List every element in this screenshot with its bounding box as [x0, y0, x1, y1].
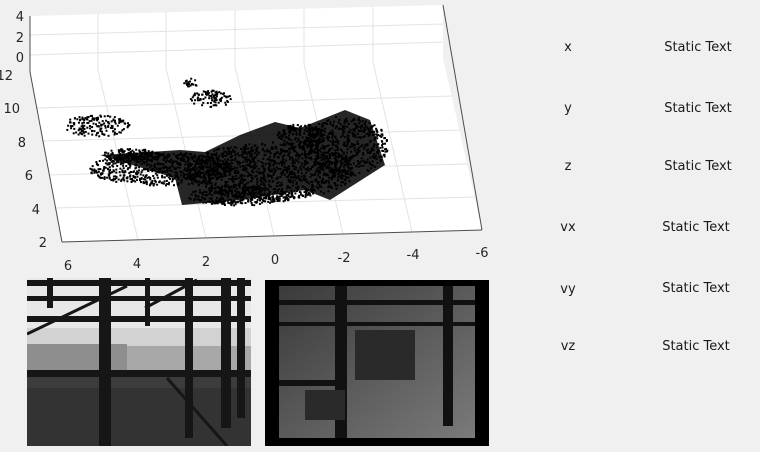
y-tick: 10: [3, 102, 20, 117]
readout-label-vx: vx: [560, 220, 576, 235]
readout-label-z: z: [564, 159, 572, 174]
point-cloud-3d-plot[interactable]: 4 2 0 12 10 8 6 4 2 6 4 2 0 -2 -4 -6: [0, 0, 500, 275]
z-tick: 0: [16, 51, 24, 66]
x-tick: 2: [202, 255, 210, 270]
readout-label-vy: vy: [560, 282, 576, 297]
x-tick: -4: [407, 248, 420, 263]
readout-value-vx: Static Text: [662, 220, 730, 235]
y-tick: 4: [32, 203, 40, 218]
x-tick: 4: [133, 257, 141, 272]
readout-label-x: x: [564, 40, 572, 55]
x-tick: 0: [271, 253, 279, 268]
y-tick: 6: [25, 169, 33, 184]
readout-label-vz: vz: [560, 339, 576, 354]
readout-value-vy: Static Text: [662, 281, 730, 296]
y-tick: 12: [0, 69, 13, 84]
y-tick: 8: [18, 136, 26, 151]
y-tick: 2: [39, 236, 47, 251]
x-tick: -2: [338, 251, 351, 266]
readout-label-y: y: [564, 101, 572, 116]
x-tick: -6: [476, 246, 489, 261]
z-tick: 4: [16, 10, 24, 25]
readout-value-y: Static Text: [664, 101, 732, 116]
rgb-camera-image: [27, 278, 251, 446]
readout-value-x: Static Text: [664, 40, 732, 55]
z-tick: 2: [16, 31, 24, 46]
depth-camera-image: [265, 280, 489, 446]
x-tick: 6: [64, 259, 72, 274]
readout-value-vz: Static Text: [662, 339, 730, 354]
readout-value-z: Static Text: [664, 159, 732, 174]
